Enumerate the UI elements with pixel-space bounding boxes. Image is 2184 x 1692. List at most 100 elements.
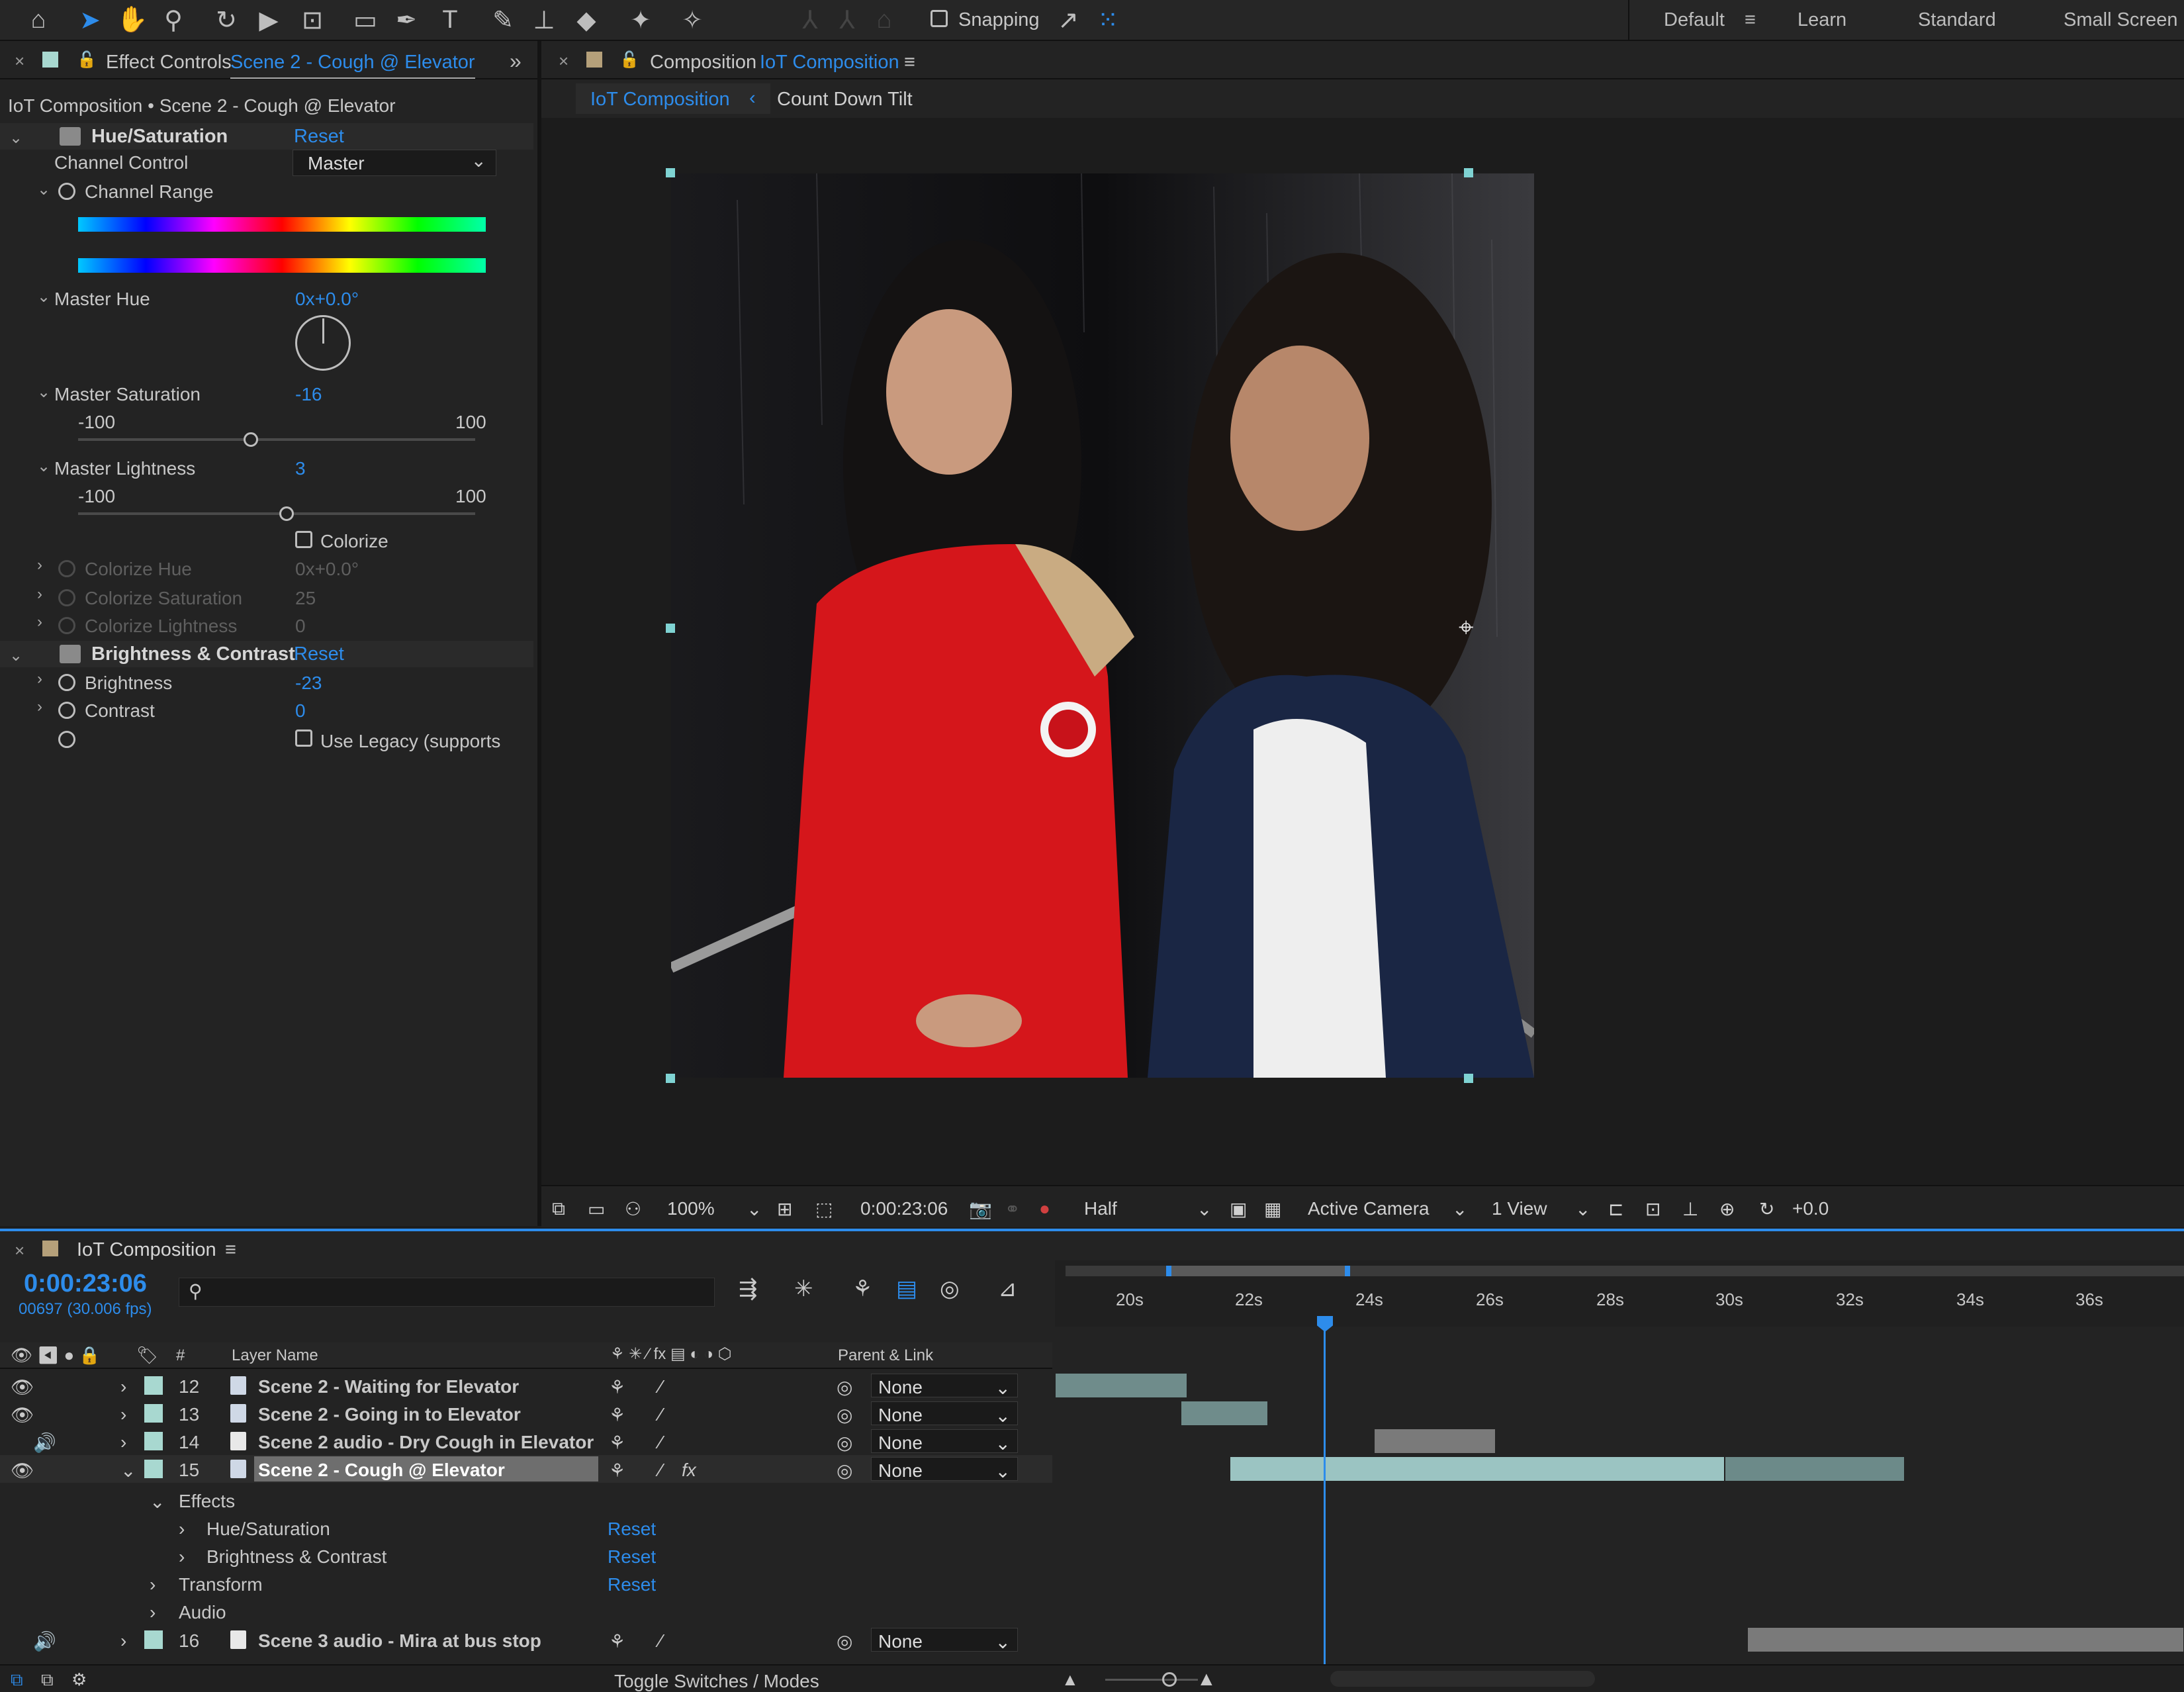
- layer-row-13[interactable]: 👁 › 13 Scene 2 - Going in to Elevator ⚘ …: [0, 1399, 1052, 1427]
- composition-tab-name[interactable]: IoT Composition: [760, 52, 899, 73]
- master-saturation-value[interactable]: -16: [295, 385, 322, 404]
- stopwatch-icon[interactable]: [58, 702, 75, 719]
- show-snapshot-icon[interactable]: ⚭: [1005, 1198, 1020, 1220]
- camera-tool-icon[interactable]: ▶: [253, 4, 285, 36]
- current-time-display[interactable]: 0:00:23:06: [860, 1198, 948, 1219]
- layer-14-bar[interactable]: [1374, 1429, 1496, 1454]
- flowchart-icon[interactable]: ⊕: [1719, 1198, 1735, 1220]
- layer-name[interactable]: Scene 2 - Waiting for Elevator: [258, 1376, 519, 1397]
- quality-switch-icon[interactable]: ⁄: [659, 1376, 662, 1397]
- timeline-horizontal-scrollbar[interactable]: [1330, 1671, 1595, 1687]
- brightness-contrast-property[interactable]: Brightness & Contrast: [206, 1546, 387, 1568]
- anchor-point-icon[interactable]: ⌖: [1459, 613, 1474, 643]
- chevron-right-icon[interactable]: ›: [150, 1574, 156, 1595]
- layer-search-input[interactable]: ⚲: [179, 1278, 715, 1307]
- pickwhip-icon[interactable]: ◎: [837, 1376, 852, 1398]
- timeline-icon[interactable]: ⊥: [1682, 1198, 1698, 1220]
- chevron-down-icon[interactable]: ⌄: [747, 1198, 762, 1220]
- twirl-down-icon[interactable]: ⌄: [37, 287, 50, 306]
- panel-menu-icon[interactable]: ≡: [904, 52, 915, 73]
- layer-name[interactable]: Scene 3 audio - Mira at bus stop: [258, 1630, 541, 1652]
- chevron-right-icon[interactable]: ›: [120, 1404, 126, 1425]
- use-legacy-checkbox[interactable]: [295, 729, 312, 747]
- layer-name[interactable]: Scene 2 - Cough @ Elevator: [258, 1460, 505, 1481]
- master-hue-dial[interactable]: [295, 315, 351, 371]
- label-color-swatch[interactable]: [144, 1404, 163, 1423]
- chevron-right-icon[interactable]: ›: [120, 1630, 126, 1652]
- twirl-down-icon[interactable]: ⌄: [9, 646, 23, 665]
- audio-speaker-icon[interactable]: 🔊: [33, 1630, 56, 1652]
- parent-dropdown[interactable]: None ⌄: [871, 1457, 1018, 1481]
- playhead-handle[interactable]: [1317, 1316, 1333, 1332]
- layer-row-12[interactable]: 👁 › 12 Scene 2 - Waiting for Elevator ⚘ …: [0, 1372, 1052, 1399]
- quality-switch-icon[interactable]: ⁄: [659, 1404, 662, 1425]
- layer-13-bar[interactable]: [1181, 1401, 1268, 1426]
- shy-switch-icon[interactable]: ⚘: [609, 1630, 625, 1652]
- transfer-controls-icon[interactable]: ⧉: [41, 1671, 54, 1688]
- fast-previews-icon[interactable]: ⊡: [1645, 1198, 1661, 1220]
- brightness-contrast-reset-button[interactable]: Reset: [294, 645, 344, 664]
- effect-controls-tab-title[interactable]: Effect Controls: [106, 52, 232, 73]
- always-preview-icon[interactable]: ⧉: [552, 1198, 565, 1220]
- layer-handle[interactable]: [666, 168, 675, 177]
- layer-handle[interactable]: [1464, 1074, 1473, 1083]
- brightness-value[interactable]: -23: [295, 674, 322, 692]
- time-ruler[interactable]: 20s 22s 24s 26s 28s 30s 32s 34s 36s: [1055, 1260, 2184, 1327]
- pickwhip-icon[interactable]: ◎: [837, 1630, 852, 1652]
- snap-bounds-icon[interactable]: ⁙: [1092, 4, 1124, 36]
- channel-icon[interactable]: ●: [1039, 1198, 1050, 1219]
- zoom-slider-track[interactable]: [1105, 1679, 1198, 1681]
- transparency-grid-icon[interactable]: ⬚: [815, 1198, 833, 1220]
- close-panel-icon[interactable]: ×: [559, 51, 569, 71]
- transform-reset-link[interactable]: Reset: [608, 1574, 656, 1595]
- hue-saturation-property[interactable]: Hue/Saturation: [206, 1519, 330, 1540]
- channel-range-output-bar[interactable]: [78, 258, 486, 273]
- brush-tool-icon[interactable]: ✎: [487, 4, 519, 36]
- brightness-contrast-effect-header[interactable]: ⌄ Brightness & Contrast Reset: [0, 641, 533, 667]
- chevron-down-icon[interactable]: ⌄: [1452, 1198, 1467, 1220]
- stopwatch-icon[interactable]: [58, 731, 75, 748]
- label-color-swatch[interactable]: [144, 1630, 163, 1649]
- layer-name[interactable]: Scene 2 - Going in to Elevator: [258, 1404, 521, 1425]
- exposure-value[interactable]: +0.0: [1792, 1198, 1829, 1219]
- zoom-tool-icon[interactable]: ⚲: [158, 4, 189, 36]
- effect-controls-tab-layer[interactable]: Scene 2 - Cough @ Elevator: [230, 52, 475, 79]
- shy-switch-icon[interactable]: ⚘: [609, 1376, 625, 1398]
- rectangle-tool-icon[interactable]: ▭: [349, 4, 381, 36]
- master-saturation-slider-knob[interactable]: [244, 432, 258, 447]
- monitor-icon[interactable]: ▭: [588, 1198, 605, 1220]
- zoom-in-icon[interactable]: ▲: [1197, 1669, 1216, 1689]
- shy-switch-icon[interactable]: ⚘: [609, 1432, 625, 1454]
- chevron-down-icon[interactable]: ⌄: [1575, 1198, 1590, 1220]
- master-hue-value[interactable]: 0x+0.0°: [295, 290, 359, 308]
- layer-handle[interactable]: [666, 1074, 675, 1083]
- layer-15-bar-tail[interactable]: [1725, 1456, 1905, 1481]
- close-panel-icon[interactable]: ×: [15, 51, 24, 71]
- pickwhip-icon[interactable]: ◎: [837, 1432, 852, 1454]
- work-area-bar[interactable]: [1166, 1266, 1350, 1276]
- layer-row-15-selected[interactable]: 👁 ⌄ 15 Scene 2 - Cough @ Elevator ⚘ ⁄ fx…: [0, 1455, 1052, 1483]
- hue-saturation-effect-header[interactable]: ⌄ Hue/Saturation Reset: [0, 123, 533, 150]
- hue-saturation-reset-button[interactable]: Reset: [294, 127, 344, 146]
- layer-handle[interactable]: [666, 624, 675, 633]
- chevron-right-icon[interactable]: ›: [179, 1519, 185, 1540]
- layer-handle[interactable]: [1464, 168, 1473, 177]
- pickwhip-icon[interactable]: ◎: [837, 1460, 852, 1481]
- workspace-learn[interactable]: Learn: [1797, 9, 1846, 31]
- home-icon[interactable]: ⌂: [23, 4, 54, 36]
- twirl-down-icon[interactable]: ⌄: [37, 180, 50, 199]
- lock-icon[interactable]: 🔓: [77, 50, 97, 70]
- roto-brush-tool-icon[interactable]: ✦: [625, 4, 657, 36]
- frame-blending-icon[interactable]: ▤: [896, 1278, 917, 1300]
- draft-3d-icon[interactable]: ✳: [794, 1278, 813, 1300]
- master-lightness-slider-track[interactable]: [78, 512, 475, 515]
- eraser-tool-icon[interactable]: ◆: [570, 4, 602, 36]
- quality-switch-icon[interactable]: ⁄: [659, 1432, 662, 1453]
- twirl-down-icon[interactable]: ⌄: [9, 128, 23, 148]
- layer-12-bar[interactable]: [1055, 1373, 1187, 1398]
- breadcrumb-next[interactable]: Count Down Tilt: [777, 90, 913, 109]
- stopwatch-icon[interactable]: [58, 674, 75, 691]
- hand-tool-icon[interactable]: ✋: [116, 4, 148, 36]
- chevron-down-icon[interactable]: ⌄: [150, 1491, 165, 1513]
- parent-dropdown[interactable]: None ⌄: [871, 1374, 1018, 1398]
